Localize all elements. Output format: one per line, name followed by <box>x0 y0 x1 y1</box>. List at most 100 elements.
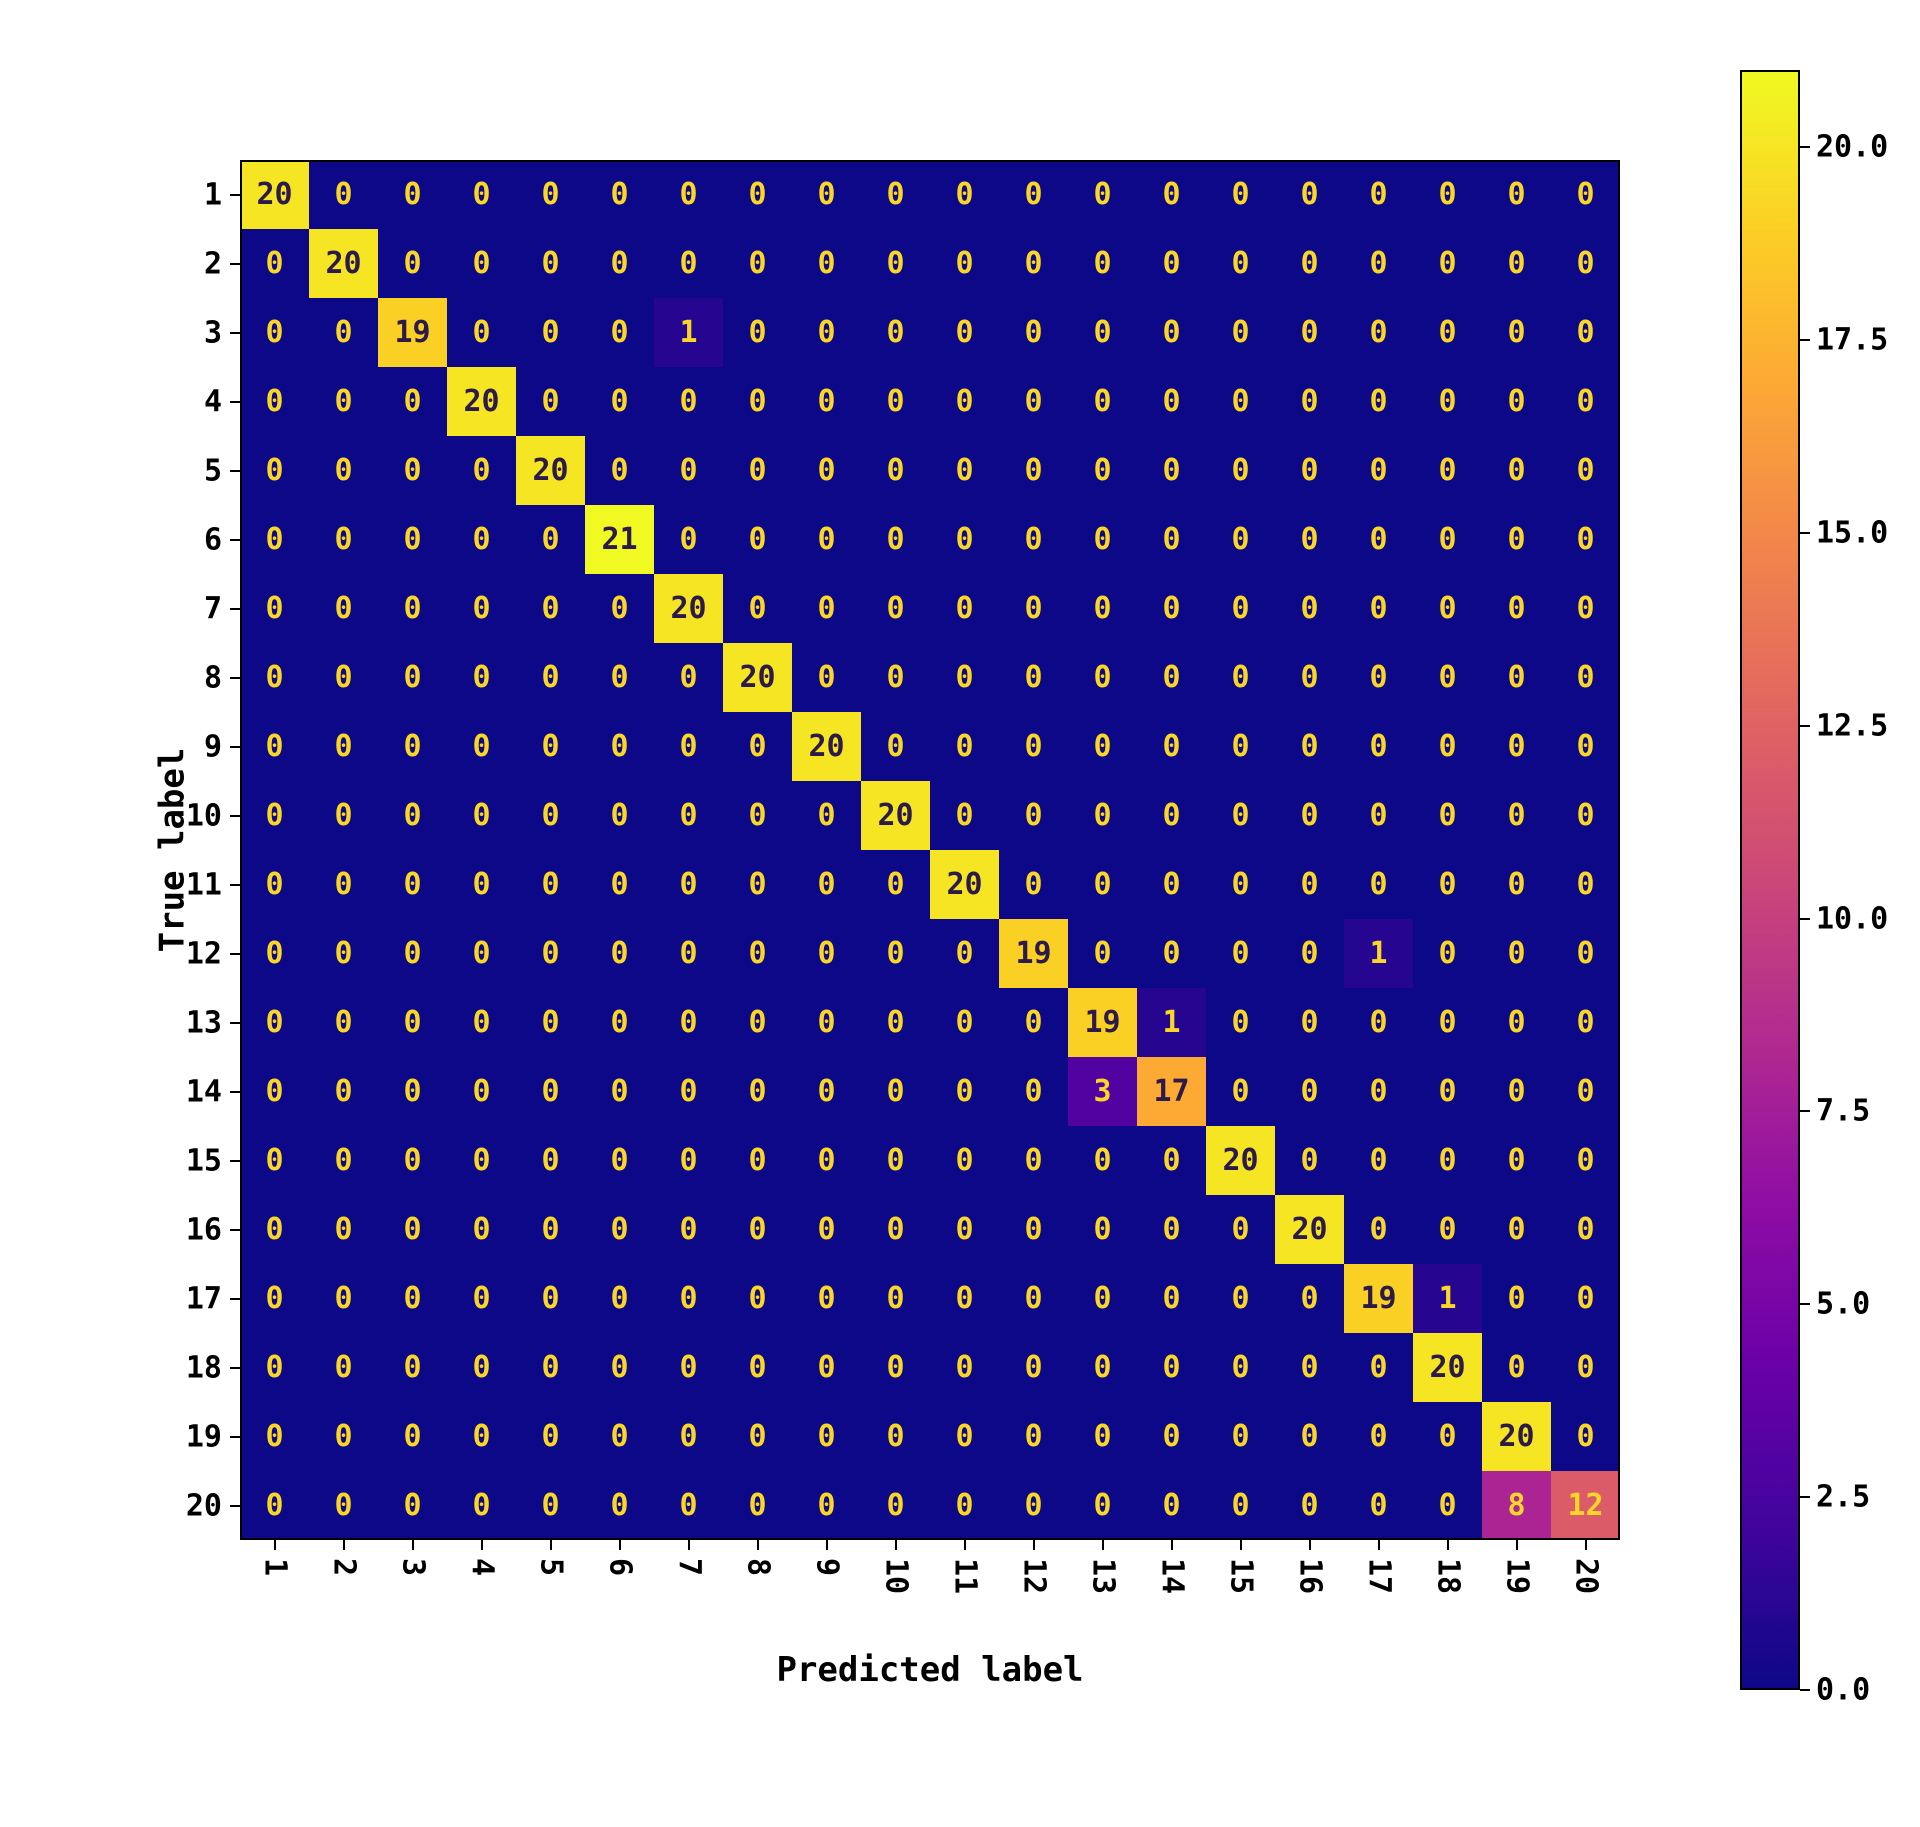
heatmap-cell: 0 <box>723 988 792 1057</box>
heatmap-cell: 0 <box>1344 712 1413 781</box>
heatmap-cell: 0 <box>378 643 447 712</box>
heatmap-cell: 0 <box>1344 1057 1413 1126</box>
heatmap-cell: 0 <box>378 1264 447 1333</box>
heatmap-cell: 0 <box>1137 712 1206 781</box>
heatmap-cell: 0 <box>516 1333 585 1402</box>
heatmap-cell: 0 <box>516 643 585 712</box>
heatmap-cell: 0 <box>1275 229 1344 298</box>
heatmap-cell: 0 <box>861 712 930 781</box>
y-tick-mark <box>230 677 240 679</box>
heatmap-cell: 0 <box>1206 505 1275 574</box>
heatmap-cell: 0 <box>930 988 999 1057</box>
heatmap-cell: 0 <box>447 919 516 988</box>
heatmap-cell: 0 <box>1206 988 1275 1057</box>
heatmap-cell: 0 <box>999 229 1068 298</box>
heatmap-cell: 0 <box>1551 298 1620 367</box>
heatmap-cell: 0 <box>861 1126 930 1195</box>
heatmap-cell: 0 <box>930 643 999 712</box>
heatmap-cell: 0 <box>654 436 723 505</box>
heatmap-cell: 0 <box>861 1333 930 1402</box>
heatmap-cell: 0 <box>723 1333 792 1402</box>
heatmap-cell: 0 <box>1068 643 1137 712</box>
heatmap-cell: 0 <box>861 643 930 712</box>
heatmap-cell: 0 <box>309 367 378 436</box>
figure: 2000000000000000000000200000000000000000… <box>0 0 1920 1827</box>
heatmap-cell: 0 <box>309 160 378 229</box>
heatmap-cell: 0 <box>999 574 1068 643</box>
heatmap-cell: 0 <box>1137 160 1206 229</box>
colorbar-tick-label: 5.0 <box>1816 1287 1870 1322</box>
y-tick-mark <box>230 401 240 403</box>
y-tick-label: 19 <box>186 1419 222 1454</box>
heatmap-cell: 0 <box>1068 1402 1137 1471</box>
colorbar-tick-mark <box>1800 532 1810 534</box>
x-tick-label: 3 <box>395 1558 430 1576</box>
heatmap-cell: 0 <box>1551 1195 1620 1264</box>
heatmap-cell: 0 <box>1137 298 1206 367</box>
heatmap-cell: 0 <box>1551 1333 1620 1402</box>
heatmap-cell: 0 <box>309 781 378 850</box>
heatmap-cell: 0 <box>1275 1333 1344 1402</box>
y-tick-mark <box>230 953 240 955</box>
heatmap-cell: 19 <box>1344 1264 1413 1333</box>
heatmap-cell: 0 <box>240 712 309 781</box>
heatmap-cell: 0 <box>1068 505 1137 574</box>
heatmap-cell: 0 <box>723 298 792 367</box>
heatmap-cell: 0 <box>999 1057 1068 1126</box>
x-tick-label: 17 <box>1361 1558 1396 1594</box>
heatmap-cell: 3 <box>1068 1057 1137 1126</box>
heatmap-cell: 0 <box>1344 1333 1413 1402</box>
heatmap-cell: 0 <box>1206 1264 1275 1333</box>
heatmap-cell: 0 <box>930 367 999 436</box>
heatmap-cell: 0 <box>378 367 447 436</box>
heatmap-cell: 0 <box>378 919 447 988</box>
heatmap-cell: 0 <box>378 850 447 919</box>
heatmap-cell: 0 <box>378 1195 447 1264</box>
heatmap-cell: 0 <box>930 298 999 367</box>
heatmap-cell: 0 <box>447 298 516 367</box>
heatmap-cell: 0 <box>654 505 723 574</box>
x-tick-mark <box>1516 1540 1518 1550</box>
heatmap-cell: 0 <box>1551 919 1620 988</box>
heatmap-cell: 0 <box>930 505 999 574</box>
heatmap-cell: 0 <box>1068 1333 1137 1402</box>
heatmap-cell: 0 <box>723 229 792 298</box>
heatmap-cell: 0 <box>654 160 723 229</box>
heatmap-cell: 0 <box>792 574 861 643</box>
heatmap-cell: 0 <box>1068 574 1137 643</box>
heatmap-cell: 0 <box>1413 1126 1482 1195</box>
heatmap-cell: 0 <box>1206 781 1275 850</box>
heatmap-cell: 0 <box>1551 367 1620 436</box>
heatmap-cell: 0 <box>1344 643 1413 712</box>
heatmap-cell: 0 <box>792 160 861 229</box>
heatmap-cell: 0 <box>930 781 999 850</box>
y-tick-mark <box>230 608 240 610</box>
heatmap-cell: 0 <box>1482 160 1551 229</box>
heatmap-cell: 0 <box>1275 436 1344 505</box>
x-tick-label: 8 <box>740 1558 775 1576</box>
heatmap-cell: 0 <box>1275 988 1344 1057</box>
x-tick-mark <box>1447 1540 1449 1550</box>
heatmap-cell: 0 <box>1206 712 1275 781</box>
heatmap-cell: 0 <box>240 919 309 988</box>
heatmap-cell: 0 <box>447 1402 516 1471</box>
y-tick-mark <box>230 1022 240 1024</box>
heatmap-cell: 0 <box>723 436 792 505</box>
heatmap-cell: 0 <box>1206 436 1275 505</box>
x-tick-mark <box>619 1540 621 1550</box>
heatmap-cell: 0 <box>585 988 654 1057</box>
heatmap-cell: 0 <box>723 1057 792 1126</box>
heatmap-cell: 0 <box>1344 160 1413 229</box>
heatmap-cell: 0 <box>309 712 378 781</box>
heatmap-cell: 17 <box>1137 1057 1206 1126</box>
x-tick-mark <box>964 1540 966 1550</box>
x-tick-label: 6 <box>602 1558 637 1576</box>
heatmap-cell: 20 <box>654 574 723 643</box>
heatmap-cell: 0 <box>1551 850 1620 919</box>
y-axis-label: True label <box>152 748 192 953</box>
heatmap-cell: 0 <box>723 1195 792 1264</box>
heatmap-cell: 0 <box>585 298 654 367</box>
heatmap-cell: 0 <box>1137 1333 1206 1402</box>
heatmap-cell: 0 <box>1068 1195 1137 1264</box>
heatmap-cell: 0 <box>930 1057 999 1126</box>
